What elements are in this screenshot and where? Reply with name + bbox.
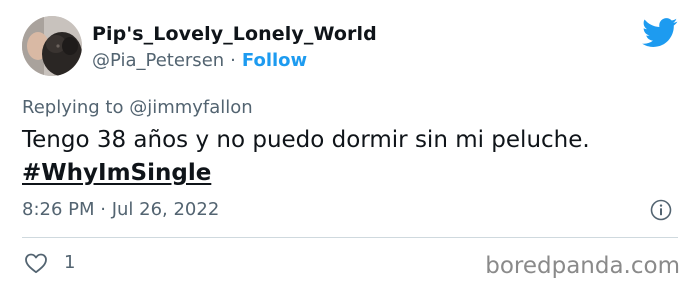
tweet-card: Pip's_Lovely_Lonely_World @Pia_Petersen ·… [0,0,700,288]
watermark: boredpanda.com [485,253,680,279]
divider [22,237,678,238]
tweet-body: Tengo 38 años y no puedo dormir sin mi p… [22,124,682,190]
tweet-header: Pip's_Lovely_Lonely_World @Pia_Petersen ·… [92,22,377,73]
separator-dot: · [230,50,236,71]
follow-button[interactable]: Follow [242,50,307,71]
info-icon[interactable] [650,199,672,221]
like-count: 1 [64,252,76,273]
display-name[interactable]: Pip's_Lovely_Lonely_World [92,22,377,46]
avatar-photo [22,16,82,76]
user-handle[interactable]: @Pia_Petersen [92,50,224,71]
heart-icon[interactable] [24,252,48,274]
tweet-timestamp[interactable]: 8:26 PM · Jul 26, 2022 [22,198,219,222]
twitter-bird-icon[interactable] [642,18,678,48]
tweet-text: Tengo 38 años y no puedo dormir sin mi p… [22,127,590,153]
hashtag-link[interactable]: #WhyImSingle [22,160,211,186]
replying-to[interactable]: Replying to @jimmyfallon [22,96,253,120]
avatar[interactable] [22,16,82,76]
handle-row: @Pia_Petersen · Follow [92,49,377,73]
